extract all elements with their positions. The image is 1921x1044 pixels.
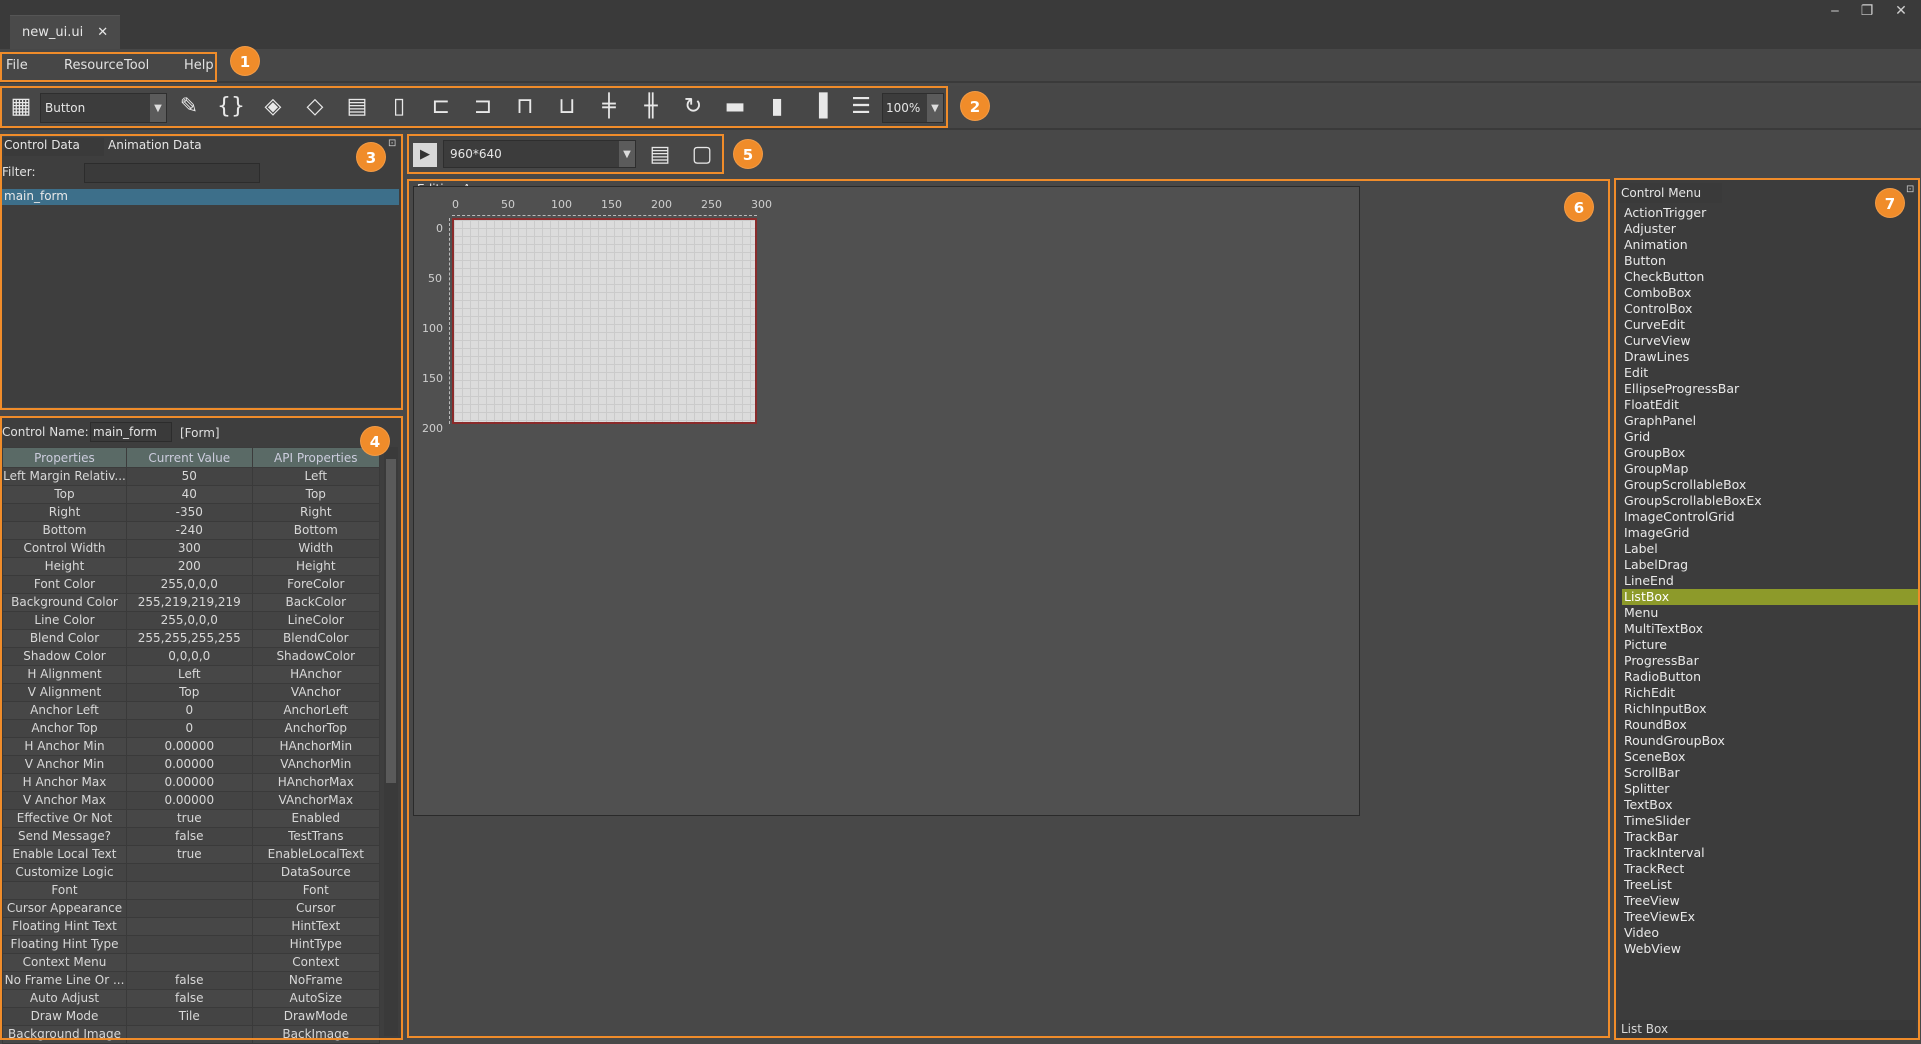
- callout-badge-2: 2: [960, 91, 990, 121]
- x-tick-50: 50: [501, 198, 515, 211]
- callout-box-2: [0, 86, 948, 128]
- callout-badge-3: 3: [356, 142, 386, 172]
- callout-badge-5: 5: [733, 139, 763, 169]
- y-tick-150: 150: [422, 372, 443, 385]
- close-tab-icon[interactable]: ✕: [97, 25, 108, 40]
- document-tab[interactable]: new_ui.ui ✕: [10, 15, 121, 49]
- callout-box-1: [0, 52, 217, 82]
- x-ruler: [452, 212, 757, 216]
- callout-badge-7: 7: [1875, 188, 1905, 218]
- x-tick-0: 0: [452, 198, 459, 211]
- callout-box-3: [0, 134, 403, 410]
- title-bar: [0, 0, 1921, 49]
- x-tick-100: 100: [551, 198, 572, 211]
- menu-bar: [0, 49, 1921, 83]
- y-tick-100: 100: [422, 322, 443, 335]
- y-tick-0: 0: [436, 222, 443, 235]
- callout-badge-1: 1: [230, 46, 260, 76]
- y-tick-50: 50: [428, 272, 442, 285]
- callout-box-5: [407, 134, 724, 174]
- callout-box-4: [0, 416, 403, 1040]
- callout-box-7: [1614, 178, 1920, 1040]
- close-window-icon[interactable]: ✕: [1884, 2, 1918, 20]
- x-tick-200: 200: [651, 198, 672, 211]
- callout-badge-4: 4: [360, 426, 390, 456]
- minimize-icon[interactable]: ‒: [1818, 2, 1852, 20]
- x-tick-300: 300: [751, 198, 772, 211]
- main-form-preview[interactable]: [452, 218, 757, 424]
- y-ruler: [446, 218, 450, 424]
- x-tick-250: 250: [701, 198, 722, 211]
- y-tick-200: 200: [422, 422, 443, 435]
- x-tick-150: 150: [601, 198, 622, 211]
- restore-icon[interactable]: ❐: [1850, 2, 1884, 20]
- callout-badge-6: 6: [1564, 192, 1594, 222]
- document-tab-title: new_ui.ui: [22, 25, 84, 40]
